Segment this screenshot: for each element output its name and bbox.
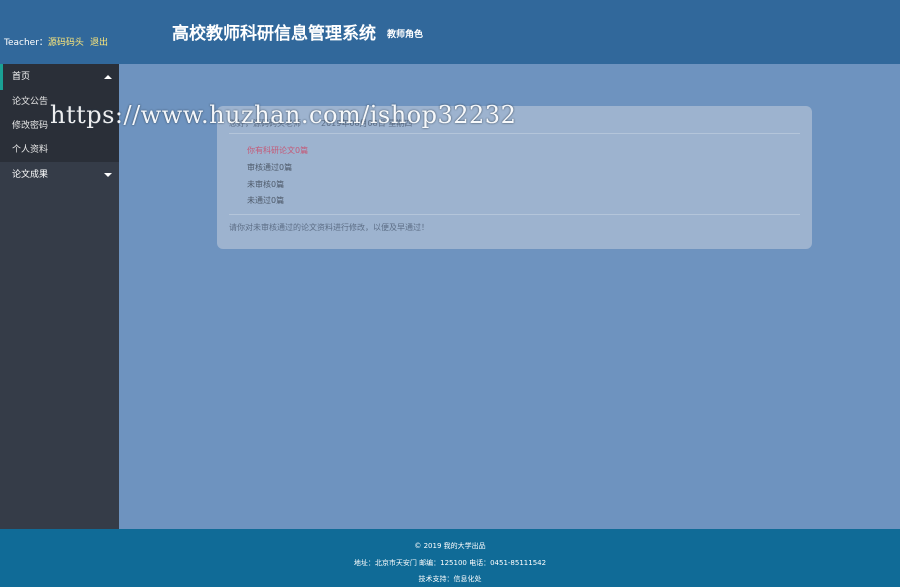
- app-title: 高校教师科研信息管理系统: [172, 24, 376, 44]
- sidebar-item-paper-notice[interactable]: 论文公告: [0, 90, 119, 114]
- sidebar-group-home[interactable]: 首页: [0, 64, 119, 90]
- logout-link[interactable]: 退出: [90, 38, 108, 48]
- caret-up-icon: [104, 75, 112, 79]
- sidebar-submenu-home: 论文公告 修改密码 个人资料: [0, 90, 119, 162]
- sidebar-group-label: 首页: [12, 72, 31, 82]
- user-name[interactable]: 源码码头: [48, 38, 84, 48]
- greeting: 您好，源码码头老师: [229, 119, 301, 128]
- stat-total-papers: 你有科研论文0篇: [247, 146, 309, 155]
- summary-panel: 您好，源码码头老师 2019年08月08日 星期四 你有科研论文0篇 审核通过0篇…: [217, 106, 812, 249]
- sidebar: 首页 论文公告 修改密码 个人资料 论文成果: [0, 64, 119, 529]
- sidebar-item-change-password[interactable]: 修改密码: [0, 114, 119, 138]
- stat-approved: 审核通过0篇: [247, 163, 293, 172]
- sidebar-item-profile[interactable]: 个人资料: [0, 138, 119, 162]
- panel-header: 您好，源码码头老师 2019年08月08日 星期四: [229, 118, 800, 134]
- footer-support: 技术支持：信息化处: [418, 575, 482, 583]
- panel-notice: 请你对未审核通过的论文资料进行修改，以便及早通过！: [229, 223, 429, 232]
- current-date: 2019年08月08日 星期四: [321, 119, 413, 128]
- user-prefix: Teacher：: [4, 38, 48, 48]
- sidebar-group-label: 论文成果: [12, 170, 49, 180]
- footer: © 2019 我的大学出品 地址：北京市天安门 邮编：125100 电话：045…: [0, 529, 900, 587]
- main-content: 您好，源码码头老师 2019年08月08日 星期四 你有科研论文0篇 审核通过0篇…: [119, 64, 900, 529]
- panel-divider: [229, 214, 800, 215]
- user-info: Teacher：源码码头 退出: [4, 38, 116, 49]
- role-label: 教师角色: [387, 30, 424, 40]
- footer-address: 地址：北京市天安门 邮编：125100 电话：0451-85111542: [353, 559, 547, 567]
- caret-down-icon: [104, 173, 112, 177]
- stat-rejected: 未通过0篇: [247, 196, 285, 205]
- top-header: Teacher：源码码头 退出 高校教师科研信息管理系统 教师角色: [0, 0, 900, 64]
- sidebar-group-papers[interactable]: 论文成果: [0, 162, 119, 188]
- footer-copyright: © 2019 我的大学出品: [414, 542, 486, 550]
- stat-pending: 未审核0篇: [247, 180, 285, 189]
